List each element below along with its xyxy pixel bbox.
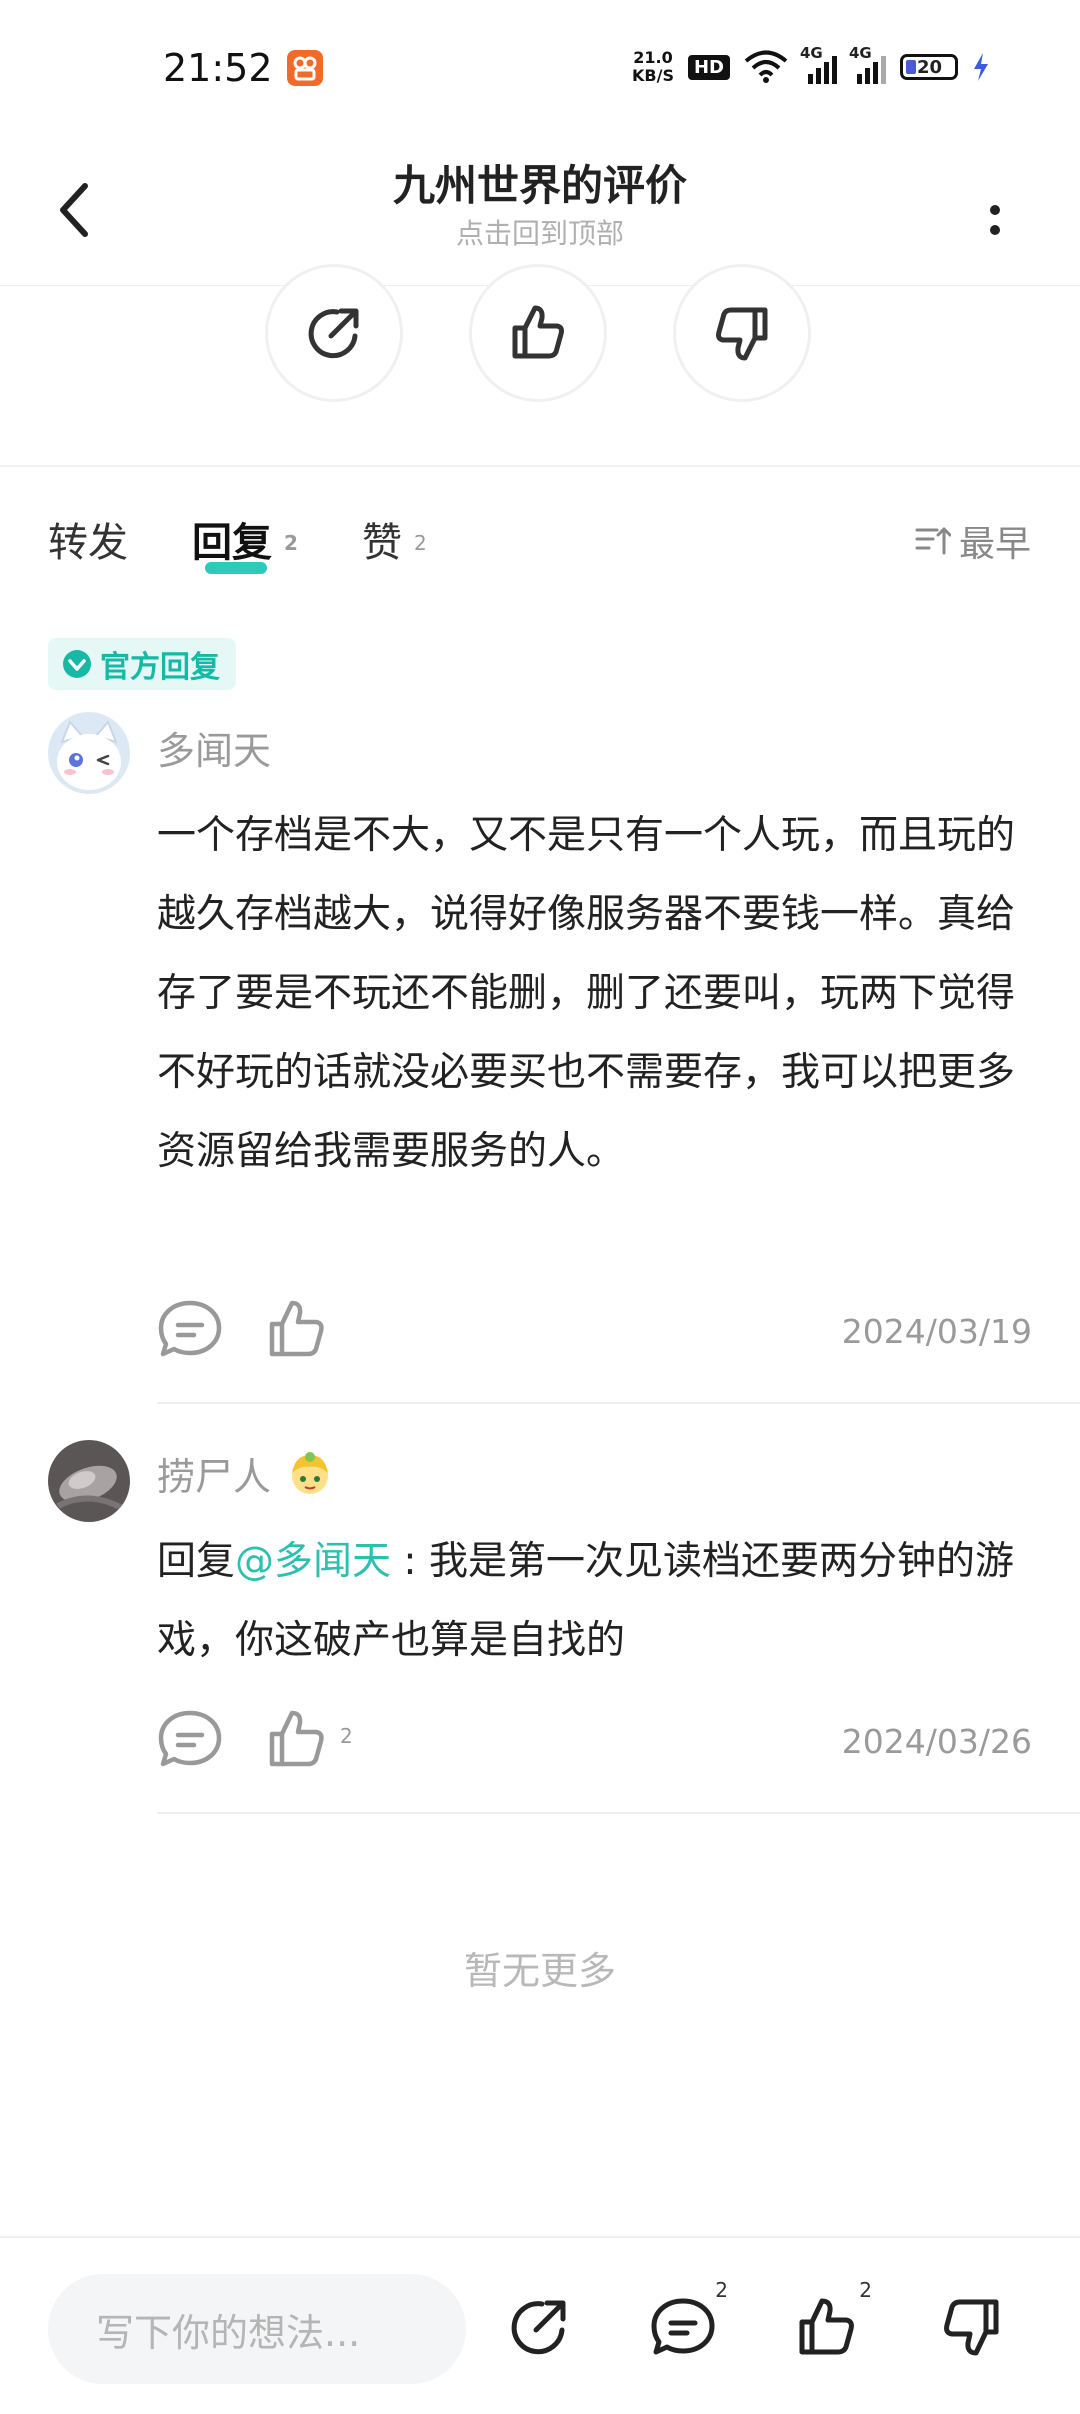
nav-overlay — [0, 130, 1080, 285]
reply-username[interactable]: 多闻天 — [157, 720, 271, 775]
mention-link[interactable]: @多闻天 — [235, 1539, 391, 1584]
avatar[interactable] — [48, 712, 130, 794]
signal-2-label: 4G — [849, 44, 872, 62]
reply-like-count: 2 — [340, 1724, 353, 1748]
tab-forward[interactable]: 转发 — [48, 510, 128, 568]
reply-date: 2024/03/26 — [841, 1722, 1032, 1761]
battery-icon: 20 — [900, 54, 958, 80]
reply-user: 捞尸人 — [157, 1446, 335, 1501]
network-speed-unit: KB/S — [632, 66, 674, 85]
comments-button[interactable]: 2 — [638, 2278, 728, 2372]
network-speed-value: 21.0 — [633, 48, 673, 67]
bottom-action-bar: 写下你的想法... 2 2 — [0, 2236, 1080, 2414]
reply-comment-button[interactable] — [157, 1298, 223, 1360]
reply-divider — [157, 1812, 1080, 1814]
reply-comment-button[interactable] — [157, 1708, 223, 1770]
tab-like-count: 2 — [414, 531, 427, 555]
reply-tabs: 转发 回复 2 赞2 最早 — [0, 500, 1080, 590]
status-time: 21:52 — [163, 46, 273, 90]
reply-content: 回复@多闻天 : 我是第一次见读档还要两分钟的游戏，你这破产也算是自找的 — [157, 1522, 1027, 1680]
tab-like-label: 赞 — [362, 520, 402, 566]
likes-count: 2 — [859, 2278, 872, 2302]
thumbs-up-icon — [269, 1710, 324, 1767]
user-badge-icon — [292, 1451, 329, 1494]
tab-reply-label: 回复 — [192, 520, 272, 566]
signal-icon-2: 4G — [849, 44, 886, 84]
thumbs-down-icon — [944, 2299, 999, 2356]
network-speed: 21.0 KB/S — [632, 49, 674, 85]
reply-username[interactable]: 捞尸人 — [157, 1446, 271, 1501]
battery-level: 20 — [917, 56, 943, 78]
status-icons: 21.0 KB/S HD 4G 4G 20 — [632, 42, 990, 92]
thumbs-up-icon — [512, 305, 564, 359]
tab-forward-label: 转发 — [48, 520, 128, 566]
avatar[interactable] — [48, 1440, 130, 1522]
signal-1-label: 4G — [800, 44, 823, 62]
hd-icon: HD — [687, 54, 730, 80]
charging-icon — [974, 53, 988, 81]
comment-icon — [651, 2298, 715, 2355]
signal-icon-1: 4G — [800, 44, 837, 84]
share-button[interactable] — [494, 2282, 584, 2372]
reply-divider — [157, 1402, 1080, 1404]
tab-like[interactable]: 赞2 — [362, 510, 427, 568]
comment-input[interactable]: 写下你的想法... — [48, 2274, 466, 2384]
diamond-check-icon — [63, 650, 91, 678]
reply-content: 一个存档是不大，又不是只有一个人玩，而且玩的越久存档越大，说得好像服务器不要钱一… — [157, 813, 1016, 1174]
like-button[interactable]: 2 — [782, 2278, 872, 2372]
sort-icon — [915, 527, 951, 555]
tab-reply[interactable]: 回复 2 — [192, 510, 298, 568]
section-divider — [0, 465, 1080, 467]
sort-label: 最早 — [959, 524, 1032, 565]
app-notification-icon — [287, 50, 323, 86]
share-icon — [511, 2300, 566, 2355]
thumbs-up-icon — [799, 2298, 854, 2355]
comments-count: 2 — [715, 2278, 728, 2302]
wifi-icon — [744, 50, 788, 83]
reply-like-button[interactable] — [266, 1298, 340, 1360]
thumbs-down-icon — [716, 307, 768, 361]
dislike-button[interactable] — [926, 2282, 1016, 2372]
reply-like-button[interactable]: 2 — [266, 1708, 353, 1770]
status-bar: 21:52 21.0 KB/S HD 4G 4G 20 — [0, 0, 1080, 130]
official-reply-label: 官方回复 — [100, 650, 220, 685]
comment-icon — [158, 1710, 222, 1767]
no-more-text: 暂无更多 — [463, 1949, 616, 1993]
tab-reply-count: 2 — [284, 531, 298, 555]
sort-button[interactable]: 最早 — [915, 515, 1031, 567]
thumbs-up-icon — [269, 1300, 324, 1357]
reply-prefix: 回复 — [157, 1539, 236, 1584]
reply-date: 2024/03/19 — [841, 1312, 1032, 1351]
comment-icon — [158, 1300, 222, 1357]
official-reply-badge: 官方回复 — [48, 638, 236, 690]
share-icon — [308, 308, 359, 359]
